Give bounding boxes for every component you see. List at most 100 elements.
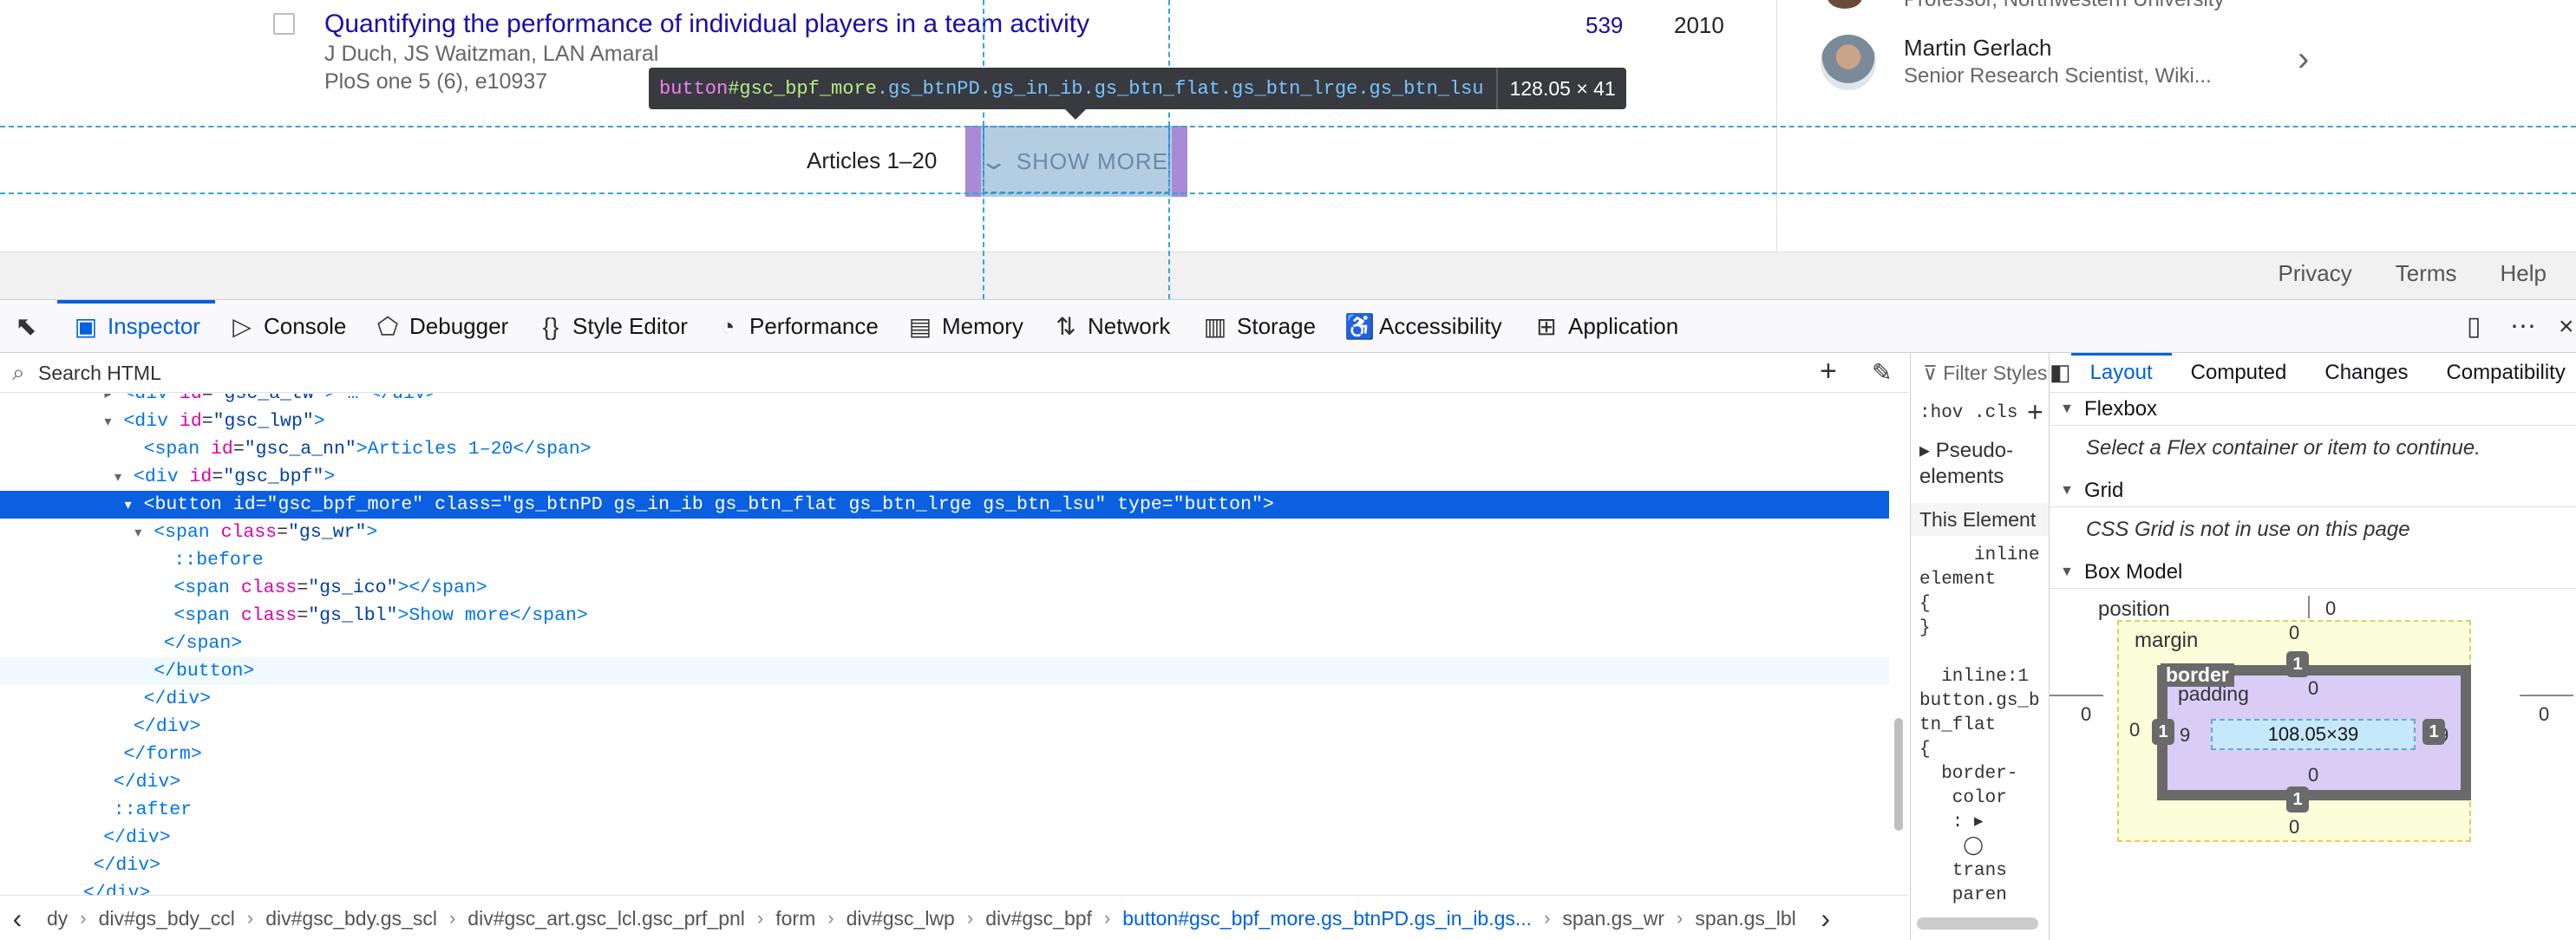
attr-name[interactable]: class xyxy=(435,494,491,515)
tab-application[interactable]: ⊞ Application xyxy=(1533,300,1678,353)
attr-name[interactable]: id xyxy=(180,411,202,432)
breadcrumb-scroll-right-icon[interactable]: › xyxy=(1808,903,1843,935)
padding-bottom-value[interactable]: 0 xyxy=(2308,764,2318,787)
tab-inspector[interactable]: ▣ Inspector xyxy=(73,300,200,353)
markup-node-line[interactable]: </form> xyxy=(0,741,1889,768)
more-options-icon[interactable]: ⋯ xyxy=(2510,300,2536,353)
expand-twisty-icon[interactable]: ▾ xyxy=(114,464,134,492)
breadcrumb-item[interactable]: button#gsc_bpf_more.gs_btnPD.gs_in_ib.gs… xyxy=(1110,907,1544,930)
tab-performance[interactable]: ◔ Performance xyxy=(715,300,879,353)
markup-node-line[interactable]: </div> xyxy=(0,824,1889,852)
breadcrumb-item[interactable]: div#gsc_bpf xyxy=(973,907,1104,930)
border-top-value[interactable]: 1 xyxy=(2286,651,2309,677)
attr-value[interactable]: "gs_wr" xyxy=(288,522,366,543)
position-top-value[interactable]: 0 xyxy=(2325,597,2336,620)
margin-bottom-value[interactable]: 0 xyxy=(2289,816,2299,839)
rules-scrollbar-thumb[interactable] xyxy=(1917,917,2038,930)
markup-node-line[interactable]: <span id="gsc_a_nn">Articles 1–20</span> xyxy=(0,435,1889,463)
markup-node-line[interactable]: ::after xyxy=(0,796,1889,824)
grid-section-header[interactable]: ▼ Grid xyxy=(2050,474,2576,507)
attr-value[interactable]: "gs_ico" xyxy=(308,578,397,598)
markup-node-line[interactable]: </div> xyxy=(0,852,1889,879)
expand-twisty-icon[interactable]: ▾ xyxy=(104,408,123,436)
close-icon[interactable]: × xyxy=(2559,300,2574,353)
tab-compatibility[interactable]: Compatibility xyxy=(2427,353,2576,393)
attr-name[interactable]: class xyxy=(241,578,297,598)
markup-node-line[interactable]: </div> xyxy=(0,879,1889,895)
eyedropper-icon[interactable]: ✎ xyxy=(1872,358,1892,387)
dock-toggle-icon[interactable]: ▯ xyxy=(2467,300,2481,353)
padding-left-value[interactable]: 9 xyxy=(2180,724,2190,747)
breadcrumb-item[interactable]: div#gsc_lwp xyxy=(834,907,967,930)
tab-console[interactable]: ▷ Console xyxy=(229,300,346,353)
markup-node-line[interactable]: </button> xyxy=(0,657,1889,685)
expand-twisty-icon[interactable]: ▾ xyxy=(125,492,144,519)
attr-name[interactable]: id xyxy=(190,467,212,487)
attr-value[interactable]: "gs_lbl" xyxy=(308,605,397,626)
tab-style-editor[interactable]: {} Style Editor xyxy=(538,300,688,353)
article-checkbox[interactable] xyxy=(273,13,295,35)
flexbox-section-header[interactable]: ▼ Flexbox xyxy=(2050,393,2576,426)
breadcrumb-scroll-left-icon[interactable]: ‹ xyxy=(0,903,35,935)
markup-node-line[interactable]: </div> xyxy=(0,768,1889,796)
coauthor-avatar[interactable] xyxy=(1821,35,1876,90)
markup-node-line[interactable]: </span> xyxy=(0,630,1889,657)
breadcrumb-item[interactable]: dy xyxy=(35,907,80,930)
attr-name[interactable]: id xyxy=(211,439,233,460)
breadcrumb-item[interactable]: div#gsc_bdy.gs_scl xyxy=(253,907,449,930)
attr-value[interactable]: "button" xyxy=(1174,494,1263,515)
attr-value[interactable]: "gsc_lwp" xyxy=(213,411,314,432)
border-bottom-value[interactable]: 1 xyxy=(2286,787,2309,813)
attr-name[interactable]: type xyxy=(1117,494,1162,515)
article-title-link[interactable]: Quantifying the performance of individua… xyxy=(324,9,1089,40)
filter-styles[interactable]: ⊽ Filter Styles xyxy=(1923,362,2047,385)
pseudo-elements-toggle[interactable]: ▸ Pseudo- elements xyxy=(1919,438,2013,490)
breadcrumb-item[interactable]: span.gs_wr xyxy=(1550,907,1677,930)
tab-network[interactable]: ⇅ Network xyxy=(1053,300,1170,353)
tab-changes[interactable]: Changes xyxy=(2305,353,2427,393)
markup-node-line[interactable]: <span class="gs_ico"></span> xyxy=(0,574,1889,602)
add-node-icon[interactable]: + xyxy=(1820,355,1837,388)
margin-left-value[interactable]: 0 xyxy=(2129,719,2140,741)
show-more-button[interactable]: ⌄ SHOW MORE xyxy=(965,126,1187,197)
toggle-sidebar-icon[interactable]: ◧ xyxy=(2050,359,2071,386)
attr-name[interactable]: id xyxy=(233,494,256,515)
chevron-right-icon[interactable]: › xyxy=(2298,42,2309,76)
cited-by-count-link[interactable]: 539 xyxy=(1585,12,1623,39)
breadcrumb-item[interactable]: span.gs_lbl xyxy=(1683,907,1808,930)
markup-node-line[interactable]: </div> xyxy=(0,685,1889,713)
attr-name[interactable]: id xyxy=(180,394,202,404)
markup-scrollbar-thumb[interactable] xyxy=(1894,718,1903,831)
footer-link-help[interactable]: Help xyxy=(2501,260,2547,287)
search-html-input[interactable] xyxy=(38,358,1755,388)
attr-value[interactable]: "gs_btnPD gs_in_ib gs_btn_flat gs_btn_lr… xyxy=(502,494,1107,515)
tab-memory[interactable]: ▤ Memory xyxy=(907,300,1023,353)
padding-top-value[interactable]: 0 xyxy=(2308,677,2318,700)
markup-node-line[interactable]: ▾ <span class="gs_wr"> xyxy=(0,519,1889,546)
breadcrumb-item[interactable]: form xyxy=(763,907,827,930)
markup-node-line[interactable]: ▾ <button id="gsc_bpf_more" class="gs_btn… xyxy=(0,491,1889,519)
tab-debugger[interactable]: ⬠ Debugger xyxy=(375,300,508,353)
rules-code[interactable]: inline element { } inline:1 button.gs_b … xyxy=(1919,544,2040,908)
expand-twisty-icon[interactable]: ▾ xyxy=(134,519,154,547)
hov-cls-toggles[interactable]: :hov .cls xyxy=(1919,403,2017,423)
add-rule-icon[interactable]: + xyxy=(2027,396,2043,428)
markup-node-line[interactable]: ::before xyxy=(0,546,1889,574)
element-picker-icon[interactable]: ⬉ xyxy=(0,300,52,353)
expand-twisty-icon[interactable]: ▸ xyxy=(104,394,123,408)
breadcrumb-item[interactable]: div#gs_bdy_ccl xyxy=(87,907,247,930)
footer-link-privacy[interactable]: Privacy xyxy=(2278,260,2351,287)
markup-node-line[interactable]: ▾ <div id="gsc_lwp"> xyxy=(0,408,1889,435)
attr-name[interactable]: class xyxy=(241,605,297,626)
markup-node-line[interactable]: ▾ <div id="gsc_bpf"> xyxy=(0,463,1889,491)
tab-storage[interactable]: ▥ Storage xyxy=(1202,300,1316,353)
tab-accessibility[interactable]: ♿ Accessibility xyxy=(1344,300,1502,353)
attr-value[interactable]: "gsc_a_nn" xyxy=(245,439,356,460)
attr-value[interactable]: "gsc_bpf" xyxy=(223,467,324,487)
attr-value[interactable]: "gsc_a_tw" xyxy=(213,394,325,404)
position-left-value[interactable]: 0 xyxy=(2081,703,2091,726)
position-right-value[interactable]: 0 xyxy=(2539,703,2549,726)
margin-top-value[interactable]: 0 xyxy=(2289,622,2299,644)
attr-value[interactable]: "gsc_bpf_more" xyxy=(267,494,424,515)
breadcrumb-item[interactable]: div#gsc_art.gsc_lcl.gsc_prf_pnl xyxy=(455,907,757,930)
